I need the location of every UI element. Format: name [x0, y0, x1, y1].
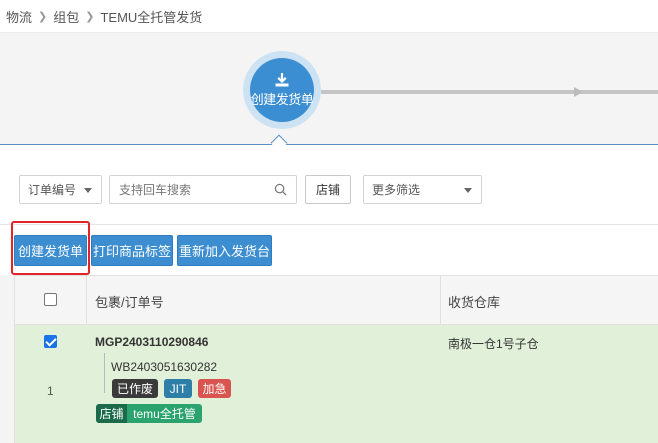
column-header-package: 包裹/订单号 — [95, 295, 164, 310]
search-input[interactable] — [110, 176, 260, 203]
more-filters-label: 更多筛选 — [372, 183, 421, 197]
order-type-select[interactable]: 订单编号 — [19, 175, 102, 204]
tag-shop-name: temu全托管 — [127, 404, 202, 423]
caret-down-icon — [84, 188, 92, 193]
order-number[interactable]: WB2403051630282 — [111, 360, 217, 374]
shop-filter-button[interactable]: 店铺 — [305, 175, 351, 204]
more-filters-select[interactable]: 更多筛选 — [363, 175, 482, 204]
chevron-right-icon: ❯ — [38, 10, 48, 23]
filter-bar: 订单编号 店铺 更多筛选 — [0, 145, 658, 225]
breadcrumb: 物流 ❯ 组包 ❯ TEMU全托管发货 — [0, 0, 658, 33]
select-all-checkbox[interactable] — [44, 293, 57, 306]
table-row[interactable]: 1 MGP2403110290846 WB2403051630282 已作废 J… — [15, 325, 658, 443]
warehouse-name: 南极一仓1号子仓 — [448, 337, 539, 351]
step-label: 创建发货单 — [250, 92, 314, 107]
step-arrow-icon — [574, 87, 583, 97]
print-labels-button[interactable]: 打印商品标签 — [91, 235, 173, 266]
tag-jit: JIT — [164, 379, 192, 398]
breadcrumb-item-packing[interactable]: 组包 — [53, 7, 79, 26]
row-index: 1 — [47, 384, 54, 398]
column-header-warehouse: 收货仓库 — [448, 295, 501, 310]
tag-voided: 已作废 — [112, 379, 158, 398]
rejoin-shipping-button[interactable]: 重新加入发货台 — [177, 235, 272, 266]
order-type-label: 订单编号 — [28, 183, 77, 197]
step-indicator: 创建发货单 — [0, 33, 658, 152]
download-icon — [275, 73, 289, 87]
breadcrumb-item-logistics[interactable]: 物流 — [6, 7, 32, 26]
search-box — [109, 175, 297, 204]
step-create-shipment[interactable]: 创建发货单 — [250, 58, 314, 122]
search-icon[interactable] — [274, 183, 287, 196]
step-connector — [321, 90, 658, 94]
package-number[interactable]: MGP2403110290846 — [95, 335, 208, 349]
table-header: 包裹/订单号 收货仓库 — [15, 275, 658, 325]
action-toolbar: 创建发货单 打印商品标签 重新加入发货台 — [0, 225, 658, 275]
chevron-right-icon: ❯ — [85, 10, 95, 23]
tag-shop-label: 店铺 — [96, 404, 127, 423]
shipment-table: 包裹/订单号 收货仓库 1 MGP2403110290846 WB2403051… — [14, 275, 658, 443]
caret-down-icon — [464, 188, 472, 193]
highlight-annotation — [11, 221, 90, 275]
tree-connector — [104, 353, 105, 393]
row-checkbox[interactable] — [44, 335, 57, 348]
breadcrumb-item-temu-shipping: TEMU全托管发货 — [100, 9, 203, 25]
tag-urgent: 加急 — [198, 379, 231, 398]
